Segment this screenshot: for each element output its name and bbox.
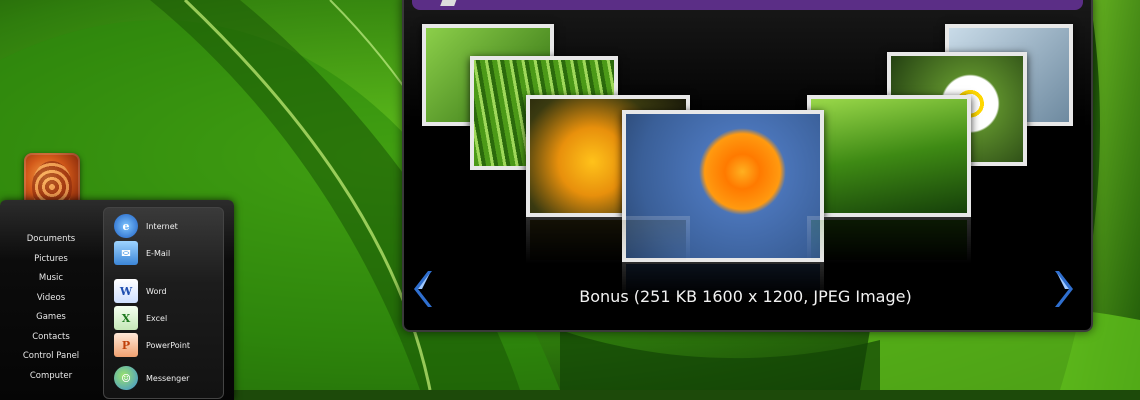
program-email[interactable]: ✉ E-Mail xyxy=(114,240,170,266)
photo-viewer-window: Bonus (251 KB 1600 x 1200, JPEG Image) xyxy=(402,0,1093,332)
messenger-icon: ☺ xyxy=(114,366,138,390)
program-label: E-Mail xyxy=(146,248,171,258)
program-label: Internet xyxy=(146,221,178,231)
photo-caption: Bonus (251 KB 1600 x 1200, JPEG Image) xyxy=(579,287,912,306)
title-bar xyxy=(412,0,1083,10)
photo-reflection xyxy=(807,216,971,264)
program-label: Excel xyxy=(146,313,168,323)
powerpoint-icon: P xyxy=(114,333,138,357)
program-powerpoint[interactable]: P PowerPoint xyxy=(114,332,190,358)
chevron-left-icon[interactable] xyxy=(412,269,436,309)
program-excel[interactable]: X Excel xyxy=(114,305,167,331)
internet-explorer-icon: e xyxy=(114,214,138,238)
place-games[interactable]: Games xyxy=(0,308,102,328)
email-icon: ✉ xyxy=(114,241,138,265)
program-label: Word xyxy=(146,286,167,296)
program-internet[interactable]: e Internet xyxy=(114,213,178,239)
start-menu: Documents Pictures Music Videos Games Co… xyxy=(0,200,234,400)
place-pictures[interactable]: Pictures xyxy=(0,250,102,270)
program-label: Messenger xyxy=(146,373,190,383)
place-music[interactable]: Music xyxy=(0,269,102,289)
place-contacts[interactable]: Contacts xyxy=(0,328,102,348)
program-messenger[interactable]: ☺ Messenger xyxy=(114,365,189,391)
places-list: Documents Pictures Music Videos Games Co… xyxy=(0,230,102,386)
place-computer[interactable]: Computer xyxy=(0,367,102,387)
photo-reflection xyxy=(526,216,690,264)
window-icon xyxy=(440,0,458,6)
pinned-programs: e Internet ✉ E-Mail W Word X Excel P Pow… xyxy=(103,207,224,399)
place-videos[interactable]: Videos xyxy=(0,289,102,309)
thumbnail-photo[interactable] xyxy=(807,95,971,217)
chevron-right-icon[interactable] xyxy=(1051,269,1075,309)
excel-icon: X xyxy=(114,306,138,330)
place-documents[interactable]: Documents xyxy=(0,230,102,250)
word-icon: W xyxy=(114,279,138,303)
place-control-panel[interactable]: Control Panel xyxy=(0,347,102,367)
program-label: PowerPoint xyxy=(146,340,191,350)
program-word[interactable]: W Word xyxy=(114,278,167,304)
